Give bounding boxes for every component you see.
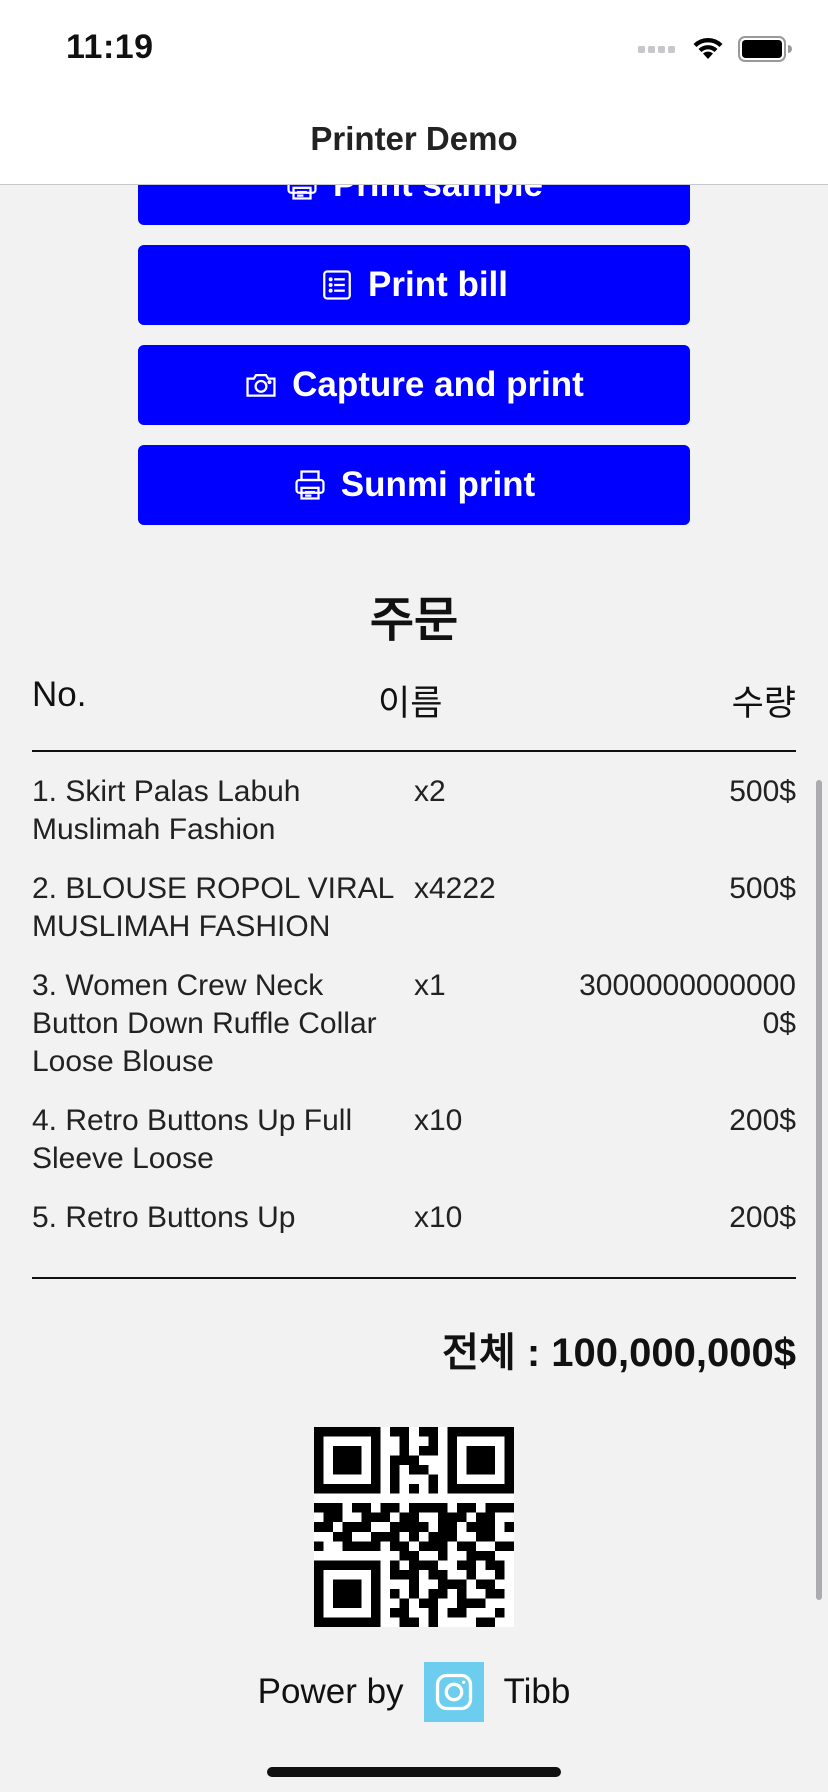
order-total: 전체 : 100,000,000$: [442, 1331, 796, 1375]
order-title: 주문: [369, 594, 459, 647]
brand-name: Tibb: [503, 1672, 571, 1711]
item-name: 5. Retro Buttons Up: [32, 1201, 296, 1234]
home-indicator[interactable]: [267, 1767, 561, 1777]
navigation-bar: Printer Demo: [0, 96, 828, 185]
scrollbar[interactable]: [816, 780, 822, 1600]
page-title: Printer Demo: [310, 120, 518, 157]
camera-icon: [246, 373, 276, 397]
item-qty: x10: [414, 1201, 463, 1234]
print-sample-label: Print sample: [333, 185, 543, 205]
qr-code: [314, 1427, 514, 1627]
capture-and-print-button[interactable]: Capture and print: [138, 345, 690, 425]
capture-and-print-label: Capture and print: [292, 365, 584, 404]
status-bar: 11:19: [0, 0, 828, 96]
item-price: 500$: [729, 775, 796, 808]
item-price: 200$: [729, 1201, 796, 1234]
cellular-signal-icon: [638, 46, 675, 53]
status-time: 11:19: [66, 28, 154, 66]
print-bill-button[interactable]: Print bill: [138, 245, 690, 325]
scroll-content[interactable]: Print sample Print bill Capture and prin…: [0, 185, 828, 1792]
item-qty: x4222: [414, 872, 496, 905]
status-icons: [638, 36, 792, 62]
battery-icon: [738, 36, 792, 62]
instagram-icon[interactable]: [423, 1662, 484, 1722]
divider-bottom: [32, 1277, 796, 1279]
sunmi-print-label: Sunmi print: [340, 465, 536, 504]
sunmi-print-button[interactable]: Sunmi print: [138, 445, 690, 525]
printer-icon: [287, 185, 317, 200]
item-name: 1. Skirt Palas Labuh Muslimah Fashion: [32, 775, 301, 846]
header-qty: 수량: [731, 684, 796, 723]
item-price: 30000000000000$: [579, 969, 796, 1040]
printer-icon: [295, 470, 325, 500]
header-no: No.: [32, 675, 87, 714]
print-sample-button[interactable]: Print sample: [138, 185, 690, 225]
list-icon: [323, 270, 351, 300]
item-qty: x1: [414, 969, 446, 1002]
item-name: 3. Women Crew Neck Button Down Ruffle Co…: [32, 969, 377, 1078]
power-by-text: Power by: [257, 1672, 404, 1711]
item-qty: x2: [414, 775, 446, 808]
item-price: 500$: [729, 872, 796, 905]
item-name: 2. BLOUSE ROPOL VIRAL MUSLIMAH FASHION: [32, 872, 394, 943]
item-name: 4. Retro Buttons Up Full Sleeve Loose: [32, 1104, 353, 1175]
footer: Power by Tibb: [0, 1662, 828, 1722]
item-qty: x10: [414, 1104, 463, 1137]
print-bill-label: Print bill: [368, 265, 508, 304]
wifi-icon: [693, 37, 723, 59]
header-name: 이름: [378, 684, 443, 723]
item-price: 200$: [729, 1104, 796, 1137]
divider-top: [32, 750, 796, 752]
